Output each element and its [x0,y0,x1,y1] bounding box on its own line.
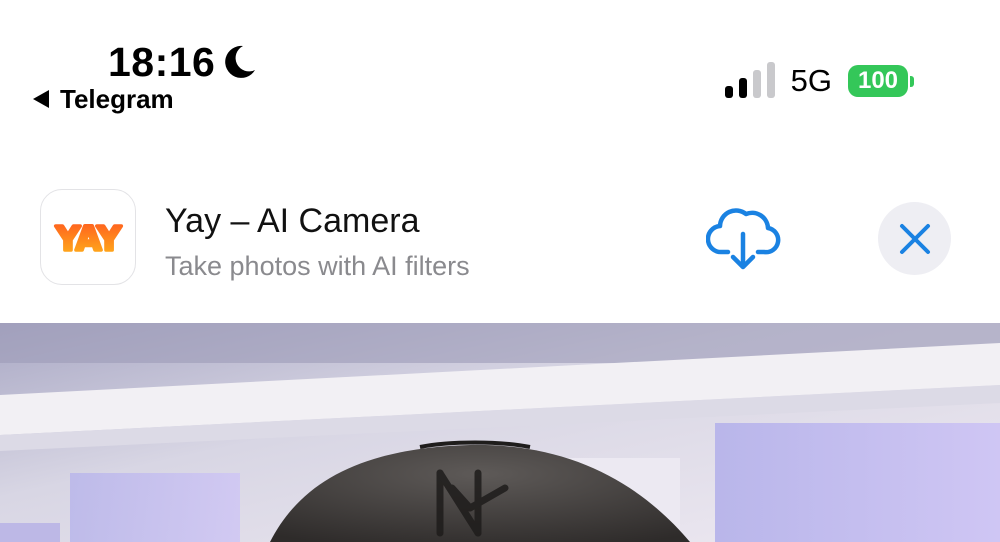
network-type: 5G [790,63,832,98]
clock-group: 18:16 [108,38,257,86]
cloud-download-icon [705,208,781,270]
close-button[interactable] [878,202,951,275]
back-arrow-icon [33,90,49,108]
app-subtitle: Take photos with AI filters [165,251,470,281]
clock-time: 18:16 [108,39,216,85]
moon-icon [225,45,256,78]
status-indicators: 5G 100 [724,62,914,100]
yay-app-icon[interactable]: YAY [40,189,136,285]
app-title: Yay – AI Camera [165,202,420,240]
status-bar: 18:16 Telegram 5G 100 [0,0,1000,140]
app-banner: YAY Yay – AI Camera Take photos with AI … [0,178,1000,323]
battery-level: 100 [848,65,908,97]
photo-image [0,323,1000,542]
cellular-signal-icon [724,62,775,98]
back-app-label: Telegram [60,84,174,114]
back-to-app-link[interactable]: Telegram [32,84,174,114]
battery-indicator: 100 [848,65,914,97]
battery-cap [910,75,914,87]
yay-logo: YAY [53,217,125,260]
yay-logo-text: YAY [55,219,122,258]
download-button[interactable] [705,202,782,272]
screen: 18:16 Telegram 5G 100 YAY Yay – AI Camer… [0,0,1000,542]
photo-scene [0,323,1000,542]
close-icon [899,223,930,254]
